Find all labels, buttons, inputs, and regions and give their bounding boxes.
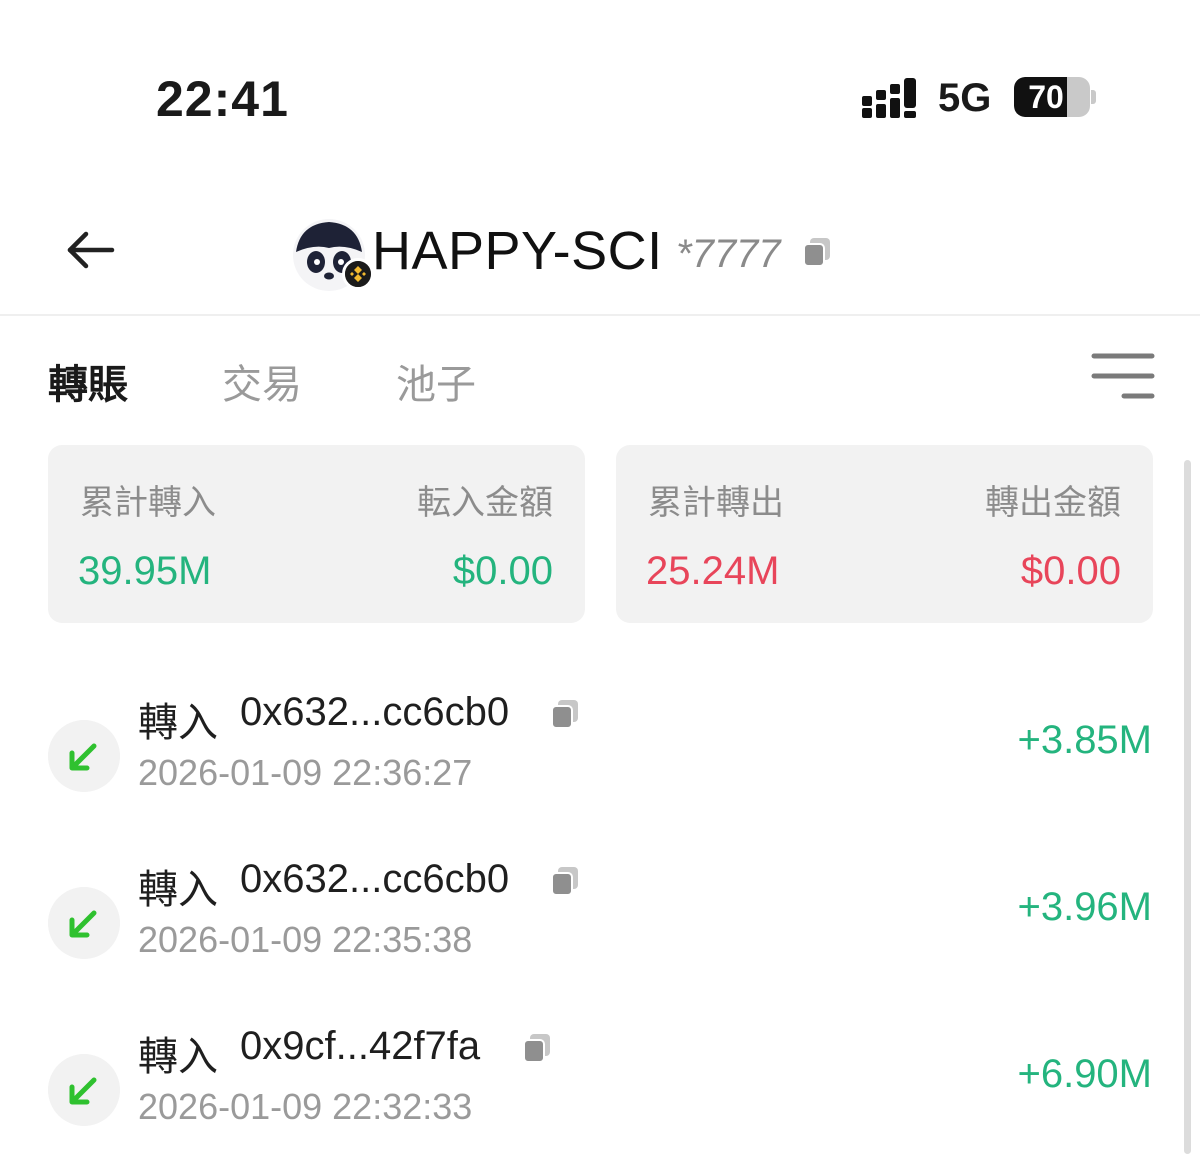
transaction-type: 轉入	[138, 1035, 218, 1079]
network-type: 5G	[938, 76, 992, 120]
signal-icon	[862, 78, 916, 118]
transaction-type: 轉入	[138, 701, 218, 745]
copy-icon[interactable]	[522, 1032, 552, 1064]
status-bar: 22:41 5G 70	[0, 0, 1200, 150]
battery-tip	[1091, 90, 1096, 104]
back-arrow-icon[interactable]	[62, 228, 118, 272]
transaction-time: 2026-01-09 22:36:27	[138, 752, 473, 793]
transaction-row[interactable]: 轉入 0x632...cc6cb0 2026-01-09 22:36:27 +3…	[0, 690, 1200, 830]
transaction-row[interactable]: 轉入 0x632...cc6cb0 2026-01-09 22:35:38 +3…	[0, 857, 1200, 997]
scrollbar[interactable]	[1184, 460, 1191, 1154]
tab-transfer[interactable]: 轉賬	[48, 352, 128, 410]
filter-menu-icon[interactable]	[1090, 352, 1156, 400]
transaction-type: 轉入	[138, 868, 218, 912]
transaction-amount: +3.85M	[1017, 718, 1152, 762]
token-name: HAPPY-SCI	[372, 221, 663, 281]
incoming-arrow-icon	[48, 1054, 120, 1126]
total-in-label: 累計轉入	[80, 484, 216, 522]
incoming-arrow-icon	[48, 720, 120, 792]
transaction-address: 0x9cf...42f7fa	[240, 1024, 481, 1068]
transaction-address: 0x632...cc6cb0	[240, 690, 510, 734]
out-amount-value: $0.00	[1020, 549, 1121, 593]
transaction-row[interactable]: 轉入 0x9cf...42f7fa 2026-01-09 22:32:33 +6…	[0, 1024, 1200, 1154]
in-amount-label: 転入金額	[417, 484, 553, 522]
out-amount-label: 轉出金額	[985, 484, 1121, 522]
transfer-out-summary: 累計轉出 轉出金額 25.24M $0.00	[616, 445, 1153, 623]
token-suffix: *7777	[676, 232, 781, 276]
total-out-value: 25.24M	[646, 549, 780, 593]
bnb-chain-icon	[342, 258, 374, 290]
total-in-value: 39.95M	[78, 549, 212, 593]
copy-icon[interactable]	[802, 236, 832, 268]
copy-icon[interactable]	[550, 865, 580, 897]
tab-pool[interactable]: 池子	[396, 352, 476, 410]
tab-trade[interactable]: 交易	[222, 352, 302, 410]
app-screen: 22:41 5G 70 HAPPY-SCI *7777 轉賬 交易 池子 累計轉…	[0, 0, 1200, 1154]
transfer-in-summary: 累計轉入 転入金額 39.95M $0.00	[48, 445, 585, 623]
transaction-amount: +3.96M	[1017, 885, 1152, 929]
status-time: 22:41	[156, 71, 289, 127]
battery-icon: 70	[1014, 77, 1090, 117]
transaction-amount: +6.90M	[1017, 1052, 1152, 1096]
incoming-arrow-icon	[48, 887, 120, 959]
battery-level: 70	[1028, 79, 1064, 115]
total-out-label: 累計轉出	[648, 484, 784, 522]
in-amount-value: $0.00	[452, 549, 553, 593]
page-header: HAPPY-SCI *7777	[0, 190, 1200, 316]
copy-icon[interactable]	[550, 698, 580, 730]
transaction-time: 2026-01-09 22:35:38	[138, 919, 473, 960]
transaction-address: 0x632...cc6cb0	[240, 857, 510, 901]
transaction-time: 2026-01-09 22:32:33	[138, 1086, 473, 1127]
